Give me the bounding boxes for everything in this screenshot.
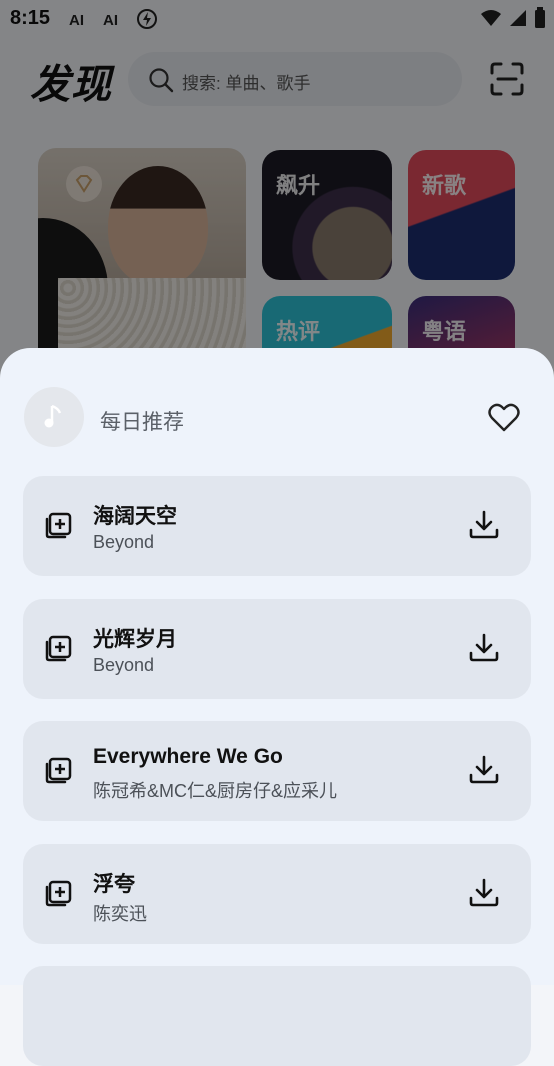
discover-screen: 8:15 AI AI 发现 搜索: 单曲、歌手 飙升 新歌 热评 粤语 每日推荐…: [0, 0, 554, 1066]
song-title: 浮夸: [93, 873, 135, 896]
download-icon[interactable]: [467, 631, 501, 670]
song-title: 海阔天空: [93, 505, 177, 528]
download-icon[interactable]: [467, 753, 501, 792]
add-to-playlist-icon[interactable]: [41, 755, 73, 792]
song-row[interactable]: 海阔天空 Beyond: [23, 476, 531, 576]
bottom-sheet: 每日推荐 海阔天空 Beyond 光辉岁月 Beyond Everywhere …: [0, 348, 554, 1066]
add-to-playlist-icon[interactable]: [41, 878, 73, 915]
song-artist: 陈冠希&MC仁&厨房仔&应采儿: [93, 781, 338, 801]
heart-icon[interactable]: [488, 403, 520, 438]
song-artist: Beyond: [93, 532, 155, 552]
sheet-title: 每日推荐: [100, 411, 184, 434]
song-row[interactable]: 光辉岁月 Beyond: [23, 599, 531, 699]
song-title: 光辉岁月: [93, 628, 177, 651]
add-to-playlist-icon[interactable]: [41, 633, 73, 670]
download-icon[interactable]: [467, 876, 501, 915]
download-icon[interactable]: [467, 508, 501, 547]
add-to-playlist-icon[interactable]: [41, 510, 73, 547]
song-row[interactable]: Everywhere We Go 陈冠希&MC仁&厨房仔&应采儿: [23, 721, 531, 821]
song-row[interactable]: 浮夸 陈奕迅: [23, 844, 531, 944]
playlist-cover: [24, 387, 84, 447]
song-row-partial[interactable]: [23, 966, 531, 1066]
song-title: Everywhere We Go: [93, 745, 283, 768]
song-artist: 陈奕迅: [93, 904, 147, 924]
song-artist: Beyond: [93, 655, 155, 675]
sheet-header: 每日推荐: [0, 348, 554, 468]
